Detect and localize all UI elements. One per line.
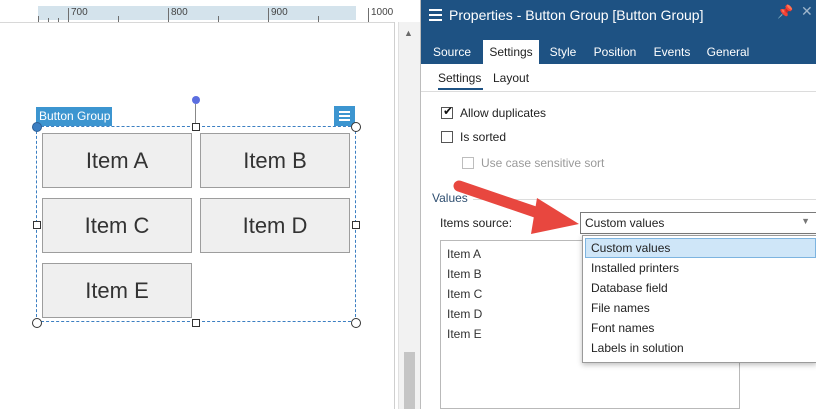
list-item[interactable]: Item B [447,267,482,281]
resize-handle[interactable] [32,122,42,132]
vertical-scrollbar[interactable]: ▲ [398,22,420,409]
dropdown-option-custom-values[interactable]: Custom values [585,238,816,258]
ruler-tick [368,8,369,22]
panel-title: Properties - Button Group [Button Group] [449,7,704,23]
dropdown-option-database-field[interactable]: Database field [585,278,816,298]
dropdown-option-labels-in-solution[interactable]: Labels in solution [585,338,816,358]
list-item[interactable]: Item E [447,327,482,341]
ruler-tick [118,16,119,22]
group-button-item-b[interactable]: Item B [200,133,350,188]
dropdown-option-file-names[interactable]: File names [585,298,816,318]
allow-duplicates-checkbox[interactable]: ✔ [441,104,454,119]
tab-settings[interactable]: Settings [483,40,539,64]
dropdown-option-font-names[interactable]: Font names [585,318,816,338]
resize-handle[interactable] [33,221,41,229]
items-source-value: Custom values [585,216,665,230]
active-subtab-indicator [438,88,483,90]
scroll-thumb[interactable] [404,352,415,409]
tab-general[interactable]: General [703,40,753,64]
tab-style[interactable]: Style [545,40,581,64]
resize-handle[interactable] [32,318,42,328]
close-icon[interactable]: ✕ [801,3,813,20]
items-source-select[interactable]: Custom values ▼ [580,212,816,234]
tab-source[interactable]: Source [427,40,477,64]
ruler-label: 900 [271,7,288,18]
resize-handle[interactable] [192,319,200,327]
list-item[interactable]: Item C [447,287,482,301]
items-source-dropdown: Custom values Installed printers Databas… [582,235,816,363]
subtab-settings[interactable]: Settings [438,71,481,85]
case-sensitive-sort-label: Use case sensitive sort [481,156,605,170]
resize-handle[interactable] [352,221,360,229]
ruler-tick [218,16,219,22]
resize-handle[interactable] [351,122,361,132]
list-item[interactable]: Item D [447,307,482,321]
allow-duplicates-label: Allow duplicates [460,106,547,120]
resize-handle[interactable] [351,318,361,328]
group-button-item-a[interactable]: Item A [42,133,192,188]
ruler-label: 800 [171,7,188,18]
ruler-label: 700 [71,7,88,18]
ruler-tick [318,16,319,22]
hamburger-menu-icon[interactable] [429,9,442,21]
group-button-item-c[interactable]: Item C [42,198,192,253]
tab-position[interactable]: Position [589,40,641,64]
rotation-handle[interactable] [192,96,200,104]
scroll-up-icon[interactable]: ▲ [404,28,413,38]
callout-arrow-icon [453,180,579,234]
canvas-border [394,22,395,409]
chevron-down-icon[interactable]: ▼ [801,216,810,226]
ruler-tick [38,16,39,22]
ruler-tick [68,8,69,22]
group-button-item-d[interactable]: Item D [200,198,350,253]
button-group-label: Button Group [36,107,112,126]
ruler-tick [58,18,59,22]
ruler-tick [268,8,269,22]
ruler-label: 1000 [371,7,394,18]
group-button-item-e[interactable]: Item E [42,263,192,318]
case-sensitive-sort-checkbox[interactable] [462,157,474,169]
horizontal-ruler: 700 800 900 1000 [0,0,395,23]
dropdown-option-installed-printers[interactable]: Installed printers [585,258,816,278]
pin-icon[interactable]: 📌 [777,4,793,20]
tab-events[interactable]: Events [649,40,695,64]
resize-handle[interactable] [192,123,200,131]
list-item[interactable]: Item A [447,247,481,261]
panel-titlebar: Properties - Button Group [Button Group]… [421,0,816,64]
checkmark-icon: ✔ [443,104,454,118]
ruler-tick [48,18,49,22]
subtab-layout[interactable]: Layout [493,71,529,85]
is-sorted-label: Is sorted [460,130,507,144]
ruler-tick [168,8,169,22]
designer-canvas[interactable]: 700 800 900 1000 ▲ Button Group Item A I… [0,0,420,409]
is-sorted-checkbox[interactable] [441,131,453,143]
